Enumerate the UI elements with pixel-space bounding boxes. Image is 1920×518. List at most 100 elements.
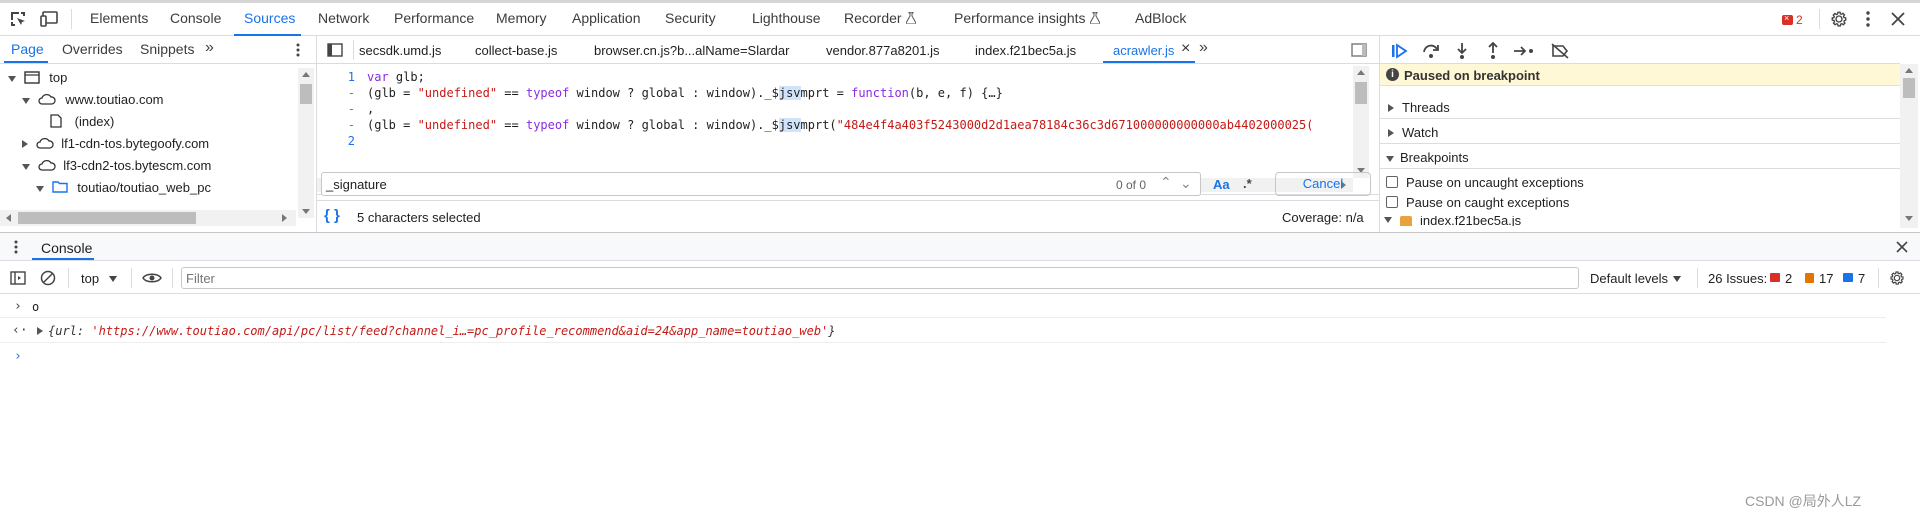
tree-item-file[interactable]: (index) — [50, 114, 114, 129]
line-number: - — [347, 86, 355, 100]
step-over-icon[interactable] — [1420, 40, 1442, 62]
navigator-hscrollbar[interactable] — [0, 210, 296, 226]
tree-item-top[interactable]: top — [8, 70, 67, 85]
tab-recorder[interactable]: Recorder — [844, 10, 916, 26]
main-toolbar: Elements Console Sources Network Perform… — [0, 0, 1920, 36]
section-label: Watch — [1402, 125, 1439, 140]
console-settings-gear-icon[interactable] — [1886, 268, 1908, 288]
tab-performance[interactable]: Performance — [394, 10, 474, 26]
tree-item-label: lf3-cdn2-tos.bytescm.com — [63, 158, 212, 173]
console-filter-input[interactable] — [181, 267, 1579, 289]
console-prompt-chevron-icon[interactable]: › — [14, 349, 22, 364]
search-input[interactable]: _signature — [326, 177, 387, 192]
tab-performance-insights[interactable]: Performance insights — [954, 10, 1100, 26]
expand-object-icon[interactable] — [37, 327, 43, 335]
tab-sources[interactable]: Sources — [244, 10, 295, 26]
toggle-debugger-icon[interactable] — [1349, 40, 1369, 60]
debugger-vscrollbar[interactable] — [1900, 64, 1918, 228]
tree-item-domain[interactable]: lf3-cdn2-tos.bytescm.com — [22, 158, 211, 173]
levels-dropdown-arrow-icon[interactable] — [1673, 276, 1681, 282]
tab-adblock[interactable]: AdBlock — [1135, 10, 1186, 26]
cancel-search-button[interactable]: Cancel — [1275, 172, 1371, 196]
tree-item-domain[interactable]: www.toutiao.com — [22, 92, 164, 107]
editor-tab-secsdk[interactable]: secsdk.umd.js — [359, 43, 441, 58]
resume-icon[interactable] — [1388, 40, 1410, 62]
code-line: (glb = "undefined" == typeof window ? gl… — [367, 118, 1311, 132]
js-file-icon — [1400, 216, 1412, 226]
cloud-icon — [38, 93, 56, 105]
tab-console[interactable]: Console — [170, 10, 221, 26]
drawer-tab-console[interactable]: Console — [41, 240, 92, 256]
context-dropdown-arrow-icon[interactable] — [109, 276, 117, 282]
watermark: CSDN @局外人LZ — [1745, 493, 1862, 509]
step-out-icon[interactable] — [1482, 40, 1504, 62]
code-line: (glb = "undefined" == typeof window ? gl… — [367, 86, 1003, 100]
section-watch[interactable]: Watch — [1388, 125, 1438, 140]
navigator-menu-icon[interactable] — [292, 40, 304, 60]
deactivate-breakpoints-icon[interactable] — [1548, 40, 1572, 62]
editor-tab-collect-base[interactable]: collect-base.js — [475, 43, 557, 58]
error-counter[interactable]: × 2 — [1782, 13, 1803, 27]
pause-caught-checkbox[interactable] — [1386, 196, 1398, 208]
issues-label[interactable]: 26 Issues: — [1708, 271, 1767, 286]
close-tab-icon[interactable]: × — [1181, 40, 1190, 58]
nav-tab-snippets[interactable]: Snippets — [140, 41, 194, 57]
editor-tab-browser[interactable]: browser.cn.js?b...alName=Slardar — [594, 43, 789, 58]
console-output[interactable]: › o ‹· {url: 'https://www.toutiao.com/ap… — [0, 295, 1920, 518]
tab-network[interactable]: Network — [318, 10, 369, 26]
more-editor-tabs-chevron-icon[interactable]: » — [1199, 39, 1208, 57]
selection-status: 5 characters selected — [357, 210, 481, 225]
tab-memory[interactable]: Memory — [496, 10, 547, 26]
settings-gear-icon[interactable] — [1828, 8, 1850, 30]
inspect-element-icon[interactable] — [8, 9, 28, 29]
step-into-icon[interactable] — [1451, 40, 1473, 62]
log-levels-dropdown[interactable]: Default levels — [1590, 271, 1668, 286]
more-tabs-chevron-icon[interactable]: » — [205, 39, 214, 57]
section-threads[interactable]: Threads — [1388, 100, 1450, 115]
pause-uncaught-checkbox[interactable] — [1386, 176, 1398, 188]
console-result-line[interactable]: ‹· {url: 'https://www.toutiao.com/api/pc… — [0, 319, 1886, 343]
breakpoint-file-name: index.f21bec5a.js — [1420, 216, 1522, 226]
tab-security[interactable]: Security — [665, 10, 716, 26]
match-case-button[interactable]: Aa — [1213, 177, 1230, 192]
show-sidebar-icon[interactable] — [8, 269, 28, 287]
toggle-navigator-icon[interactable] — [325, 40, 345, 60]
search-field[interactable]: _signature 0 of 0 ⌃ ⌄ — [321, 172, 1201, 196]
tree-item-folder[interactable]: toutiao/toutiao_web_pc — [36, 180, 211, 195]
nav-tab-overrides[interactable]: Overrides — [62, 41, 123, 57]
editor-tab-acrawler[interactable]: acrawler.js — [1113, 43, 1174, 58]
live-expression-eye-icon[interactable] — [140, 269, 164, 287]
issues-info-count[interactable]: 7 — [1858, 271, 1865, 286]
editor-tab-index[interactable]: index.f21bec5a.js — [975, 43, 1076, 58]
tab-lighthouse[interactable]: Lighthouse — [752, 10, 821, 26]
console-command: o — [32, 300, 40, 314]
regex-button[interactable]: .* — [1243, 176, 1252, 191]
more-options-icon[interactable] — [1860, 8, 1876, 30]
next-match-chevron-down-icon[interactable]: ⌄ — [1180, 175, 1192, 192]
tab-elements[interactable]: Elements — [90, 10, 148, 26]
close-drawer-icon[interactable] — [1892, 237, 1912, 257]
clear-console-icon[interactable] — [38, 269, 58, 287]
tree-item-domain[interactable]: lf1-cdn-tos.bytegoofy.com — [22, 136, 209, 151]
issues-error-count[interactable]: 2 — [1785, 271, 1792, 286]
nav-tab-page[interactable]: Page — [11, 41, 44, 57]
editor-tab-vendor[interactable]: vendor.877a8201.js — [826, 43, 939, 58]
previous-match-chevron-up-icon[interactable]: ⌃ — [1160, 174, 1172, 191]
line-number: - — [347, 118, 355, 132]
flask-icon — [905, 12, 916, 24]
code-area[interactable]: var glb; (glb = "undefined" == typeof wi… — [367, 70, 1311, 166]
device-toolbar-icon[interactable] — [39, 9, 61, 29]
step-icon[interactable] — [1512, 40, 1536, 62]
code-line: , — [367, 102, 375, 116]
section-breakpoints[interactable]: Breakpoints — [1386, 150, 1469, 165]
context-selector[interactable]: top — [81, 271, 99, 286]
tree-item-label: toutiao/toutiao_web_pc — [77, 180, 211, 195]
tab-application[interactable]: Application — [572, 10, 641, 26]
pretty-print-braces-icon[interactable]: { } — [324, 207, 340, 224]
navigator-vscrollbar[interactable] — [298, 68, 314, 218]
close-devtools-icon[interactable] — [1887, 8, 1909, 30]
editor-vscrollbar[interactable] — [1353, 66, 1369, 178]
issues-warning-count[interactable]: 17 — [1819, 271, 1833, 286]
drawer-menu-icon[interactable] — [10, 238, 22, 256]
breakpoint-file-row[interactable]: index.f21bec5a.js — [1380, 216, 1900, 226]
